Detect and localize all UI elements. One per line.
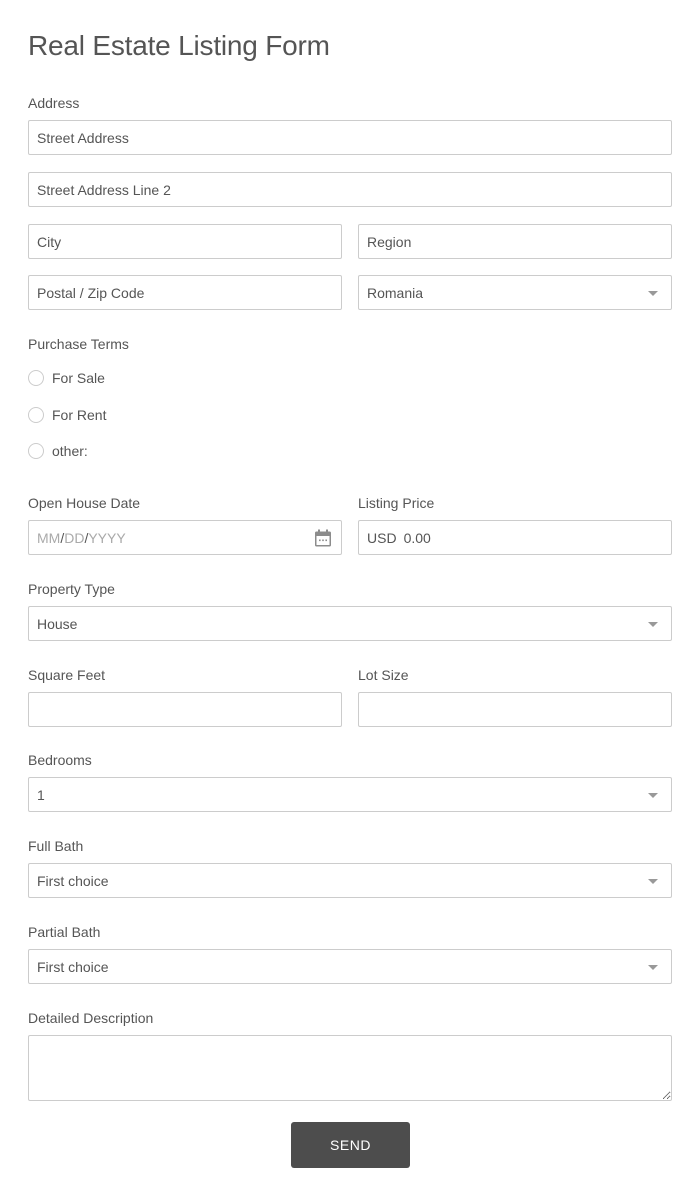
- country-value: Romania: [367, 284, 424, 301]
- description-textarea[interactable]: [28, 1035, 672, 1101]
- currency-prefix: USD: [367, 529, 397, 546]
- property-type-select[interactable]: House: [28, 606, 672, 641]
- chevron-down-icon: [648, 622, 658, 627]
- radio-button[interactable]: [28, 370, 44, 386]
- partial-bath-select[interactable]: First choice: [28, 949, 672, 984]
- description-label: Detailed Description: [28, 1010, 154, 1026]
- postal-code-placeholder: Postal / Zip Code: [37, 284, 145, 301]
- purchase-terms-label: Purchase Terms: [28, 336, 129, 352]
- date-day-placeholder: DD: [64, 529, 85, 546]
- date-year-placeholder: YYYY: [88, 529, 126, 546]
- radio-other[interactable]: other:: [28, 443, 88, 459]
- bedrooms-select[interactable]: 1: [28, 777, 672, 812]
- full-bath-value: First choice: [37, 872, 109, 889]
- listing-price-label: Listing Price: [358, 495, 435, 511]
- open-house-date-label: Open House Date: [28, 495, 141, 511]
- street-address-line2-input[interactable]: Street Address Line 2: [28, 172, 672, 207]
- lot-size-input[interactable]: [358, 692, 672, 727]
- city-input[interactable]: City: [28, 224, 342, 259]
- radio-for-sale[interactable]: For Sale: [28, 370, 105, 386]
- street-address-line2-placeholder: Street Address Line 2: [37, 181, 171, 198]
- partial-bath-value: First choice: [37, 958, 109, 975]
- listing-price-value: 0.00: [403, 529, 431, 546]
- square-feet-label: Square Feet: [28, 667, 106, 683]
- postal-code-input[interactable]: Postal / Zip Code: [28, 275, 342, 310]
- property-type-value: House: [37, 615, 78, 632]
- radio-button[interactable]: [28, 443, 44, 459]
- chevron-down-icon: [648, 291, 658, 296]
- region-placeholder: Region: [367, 233, 412, 250]
- radio-label: For Rent: [52, 407, 107, 423]
- country-select[interactable]: Romania: [358, 275, 672, 310]
- radio-label: For Sale: [52, 370, 105, 386]
- region-input[interactable]: Region: [358, 224, 672, 259]
- date-month-placeholder: MM: [37, 529, 61, 546]
- partial-bath-label: Partial Bath: [28, 924, 101, 940]
- chevron-down-icon: [648, 793, 658, 798]
- chevron-down-icon: [648, 879, 658, 884]
- bedrooms-label: Bedrooms: [28, 752, 92, 768]
- chevron-down-icon: [648, 965, 658, 970]
- property-type-label: Property Type: [28, 581, 115, 597]
- bedrooms-value: 1: [37, 786, 45, 803]
- radio-for-rent[interactable]: For Rent: [28, 407, 106, 423]
- lot-size-label: Lot Size: [358, 667, 409, 683]
- calendar-icon[interactable]: [313, 528, 333, 548]
- listing-price-input[interactable]: USD 0.00: [358, 520, 672, 555]
- city-placeholder: City: [37, 233, 62, 250]
- page-title: Real Estate Listing Form: [28, 30, 330, 61]
- radio-label: other:: [52, 443, 88, 459]
- street-address-placeholder: Street Address: [37, 129, 129, 146]
- address-label: Address: [28, 95, 80, 111]
- radio-button[interactable]: [28, 407, 44, 423]
- send-button[interactable]: SEND: [291, 1122, 410, 1168]
- full-bath-label: Full Bath: [28, 838, 84, 854]
- street-address-input[interactable]: Street Address: [28, 120, 672, 155]
- open-house-date-input[interactable]: MM / DD / YYYY: [28, 520, 342, 555]
- square-feet-input[interactable]: [28, 692, 342, 727]
- full-bath-select[interactable]: First choice: [28, 863, 672, 898]
